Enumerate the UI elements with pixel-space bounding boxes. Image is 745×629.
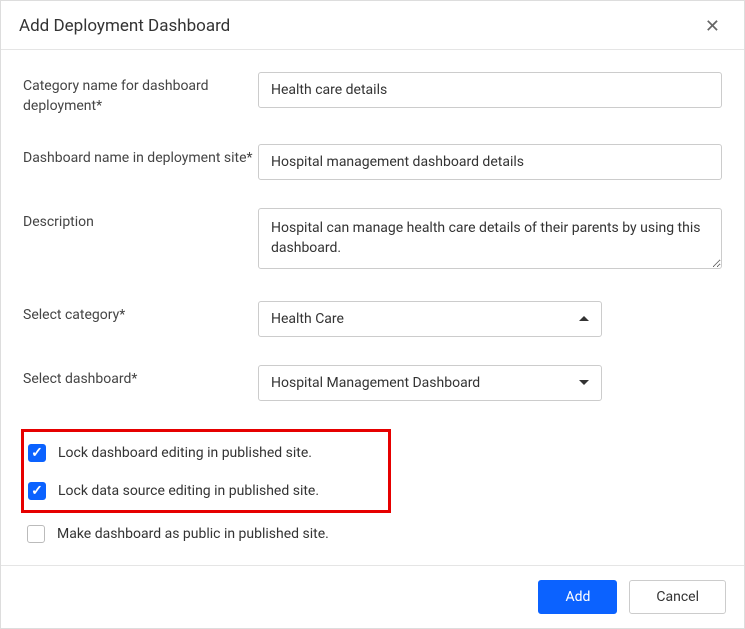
checkmark-icon: ✓ [31, 446, 43, 460]
make-public-checkbox[interactable] [27, 525, 45, 543]
lock-datasource-row: ✓ Lock data source editing in published … [28, 478, 382, 504]
lock-datasource-label: Lock data source editing in published si… [58, 483, 319, 499]
select-dashboard-row: Select dashboard* Hospital Management Da… [23, 365, 722, 401]
checkmark-icon: ✓ [31, 484, 43, 498]
cancel-button[interactable]: Cancel [629, 580, 726, 614]
checkbox-section: ✓ Lock dashboard editing in published si… [23, 429, 722, 547]
category-name-input[interactable] [258, 72, 722, 108]
select-dashboard-label: Select dashboard* [23, 365, 258, 389]
dialog-footer: Add Cancel [1, 565, 744, 628]
make-public-row: Make dashboard as public in published si… [27, 521, 722, 547]
highlight-box: ✓ Lock dashboard editing in published si… [21, 429, 391, 513]
dialog-body: Category name for dashboard deployment* … [1, 50, 744, 565]
category-name-label: Category name for dashboard deployment* [23, 72, 258, 116]
category-name-row: Category name for dashboard deployment* [23, 72, 722, 116]
dialog-header: Add Deployment Dashboard ✕ [1, 1, 744, 50]
make-public-label: Make dashboard as public in published si… [57, 526, 329, 542]
description-row: Description Hospital can manage health c… [23, 208, 722, 273]
dashboard-name-label: Dashboard name in deployment site* [23, 144, 258, 168]
select-category-label: Select category* [23, 301, 258, 325]
select-dashboard-dropdown[interactable]: Hospital Management Dashboard [258, 365, 602, 401]
lock-dashboard-checkbox[interactable]: ✓ [28, 444, 46, 462]
description-label: Description [23, 208, 258, 232]
dialog-title: Add Deployment Dashboard [19, 16, 230, 36]
close-button[interactable]: ✕ [699, 15, 726, 37]
description-textarea[interactable]: Hospital can manage health care details … [258, 208, 722, 269]
select-dashboard-value: Hospital Management Dashboard [271, 375, 480, 391]
close-icon: ✕ [705, 16, 720, 36]
add-button[interactable]: Add [538, 580, 617, 614]
dashboard-name-input[interactable] [258, 144, 722, 180]
lock-dashboard-label: Lock dashboard editing in published site… [58, 445, 312, 461]
lock-datasource-checkbox[interactable]: ✓ [28, 482, 46, 500]
select-category-row: Select category* Health Care [23, 301, 722, 337]
chevron-up-icon [579, 316, 589, 321]
dashboard-name-row: Dashboard name in deployment site* [23, 144, 722, 180]
add-deployment-dashboard-dialog: Add Deployment Dashboard ✕ Category name… [0, 0, 745, 629]
chevron-down-icon [579, 380, 589, 385]
select-category-value: Health Care [271, 311, 344, 327]
lock-dashboard-row: ✓ Lock dashboard editing in published si… [28, 440, 382, 466]
select-category-dropdown[interactable]: Health Care [258, 301, 602, 337]
